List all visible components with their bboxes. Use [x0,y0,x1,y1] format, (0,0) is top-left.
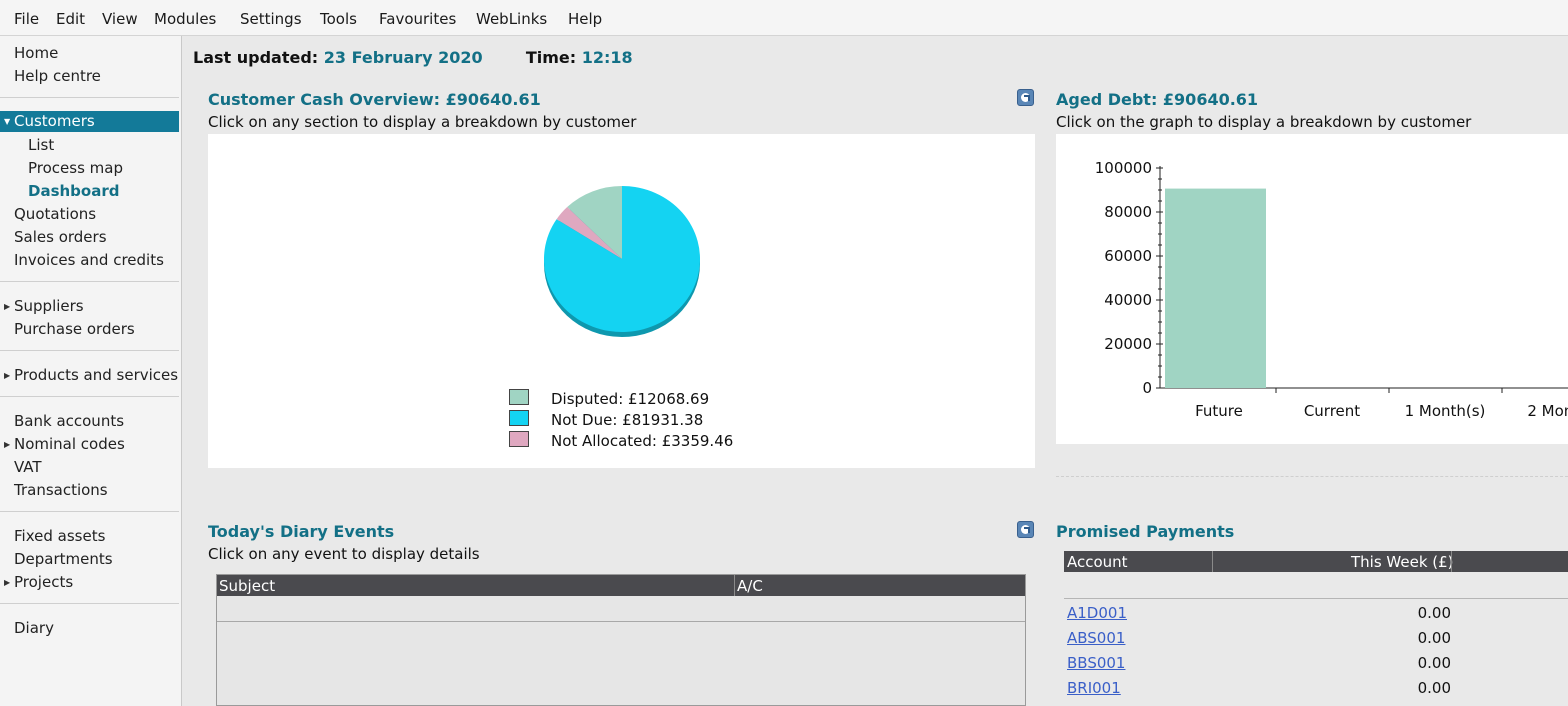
collapsed-arrow-icon[interactable]: ▶ [4,302,10,311]
expand-icon[interactable] [1017,89,1034,106]
sidebar-divider [0,97,179,98]
nav-sales-orders[interactable]: Sales orders [14,228,107,246]
nav-transactions[interactable]: Transactions [14,481,108,499]
sidebar-divider [0,281,179,282]
time-value: 12:18 [581,48,633,67]
legend-disputed: Disputed: £12068.69 [551,390,710,408]
aged-debt-hint: Click on the graph to display a breakdow… [1056,113,1472,131]
menu-modules[interactable]: Modules [154,10,216,28]
nav-bank-accounts[interactable]: Bank accounts [14,412,124,430]
collapsed-arrow-icon[interactable]: ▶ [4,440,10,449]
nav-process-map[interactable]: Process map [28,159,123,177]
diary-table: Subject A/C [216,574,1026,706]
col-subject[interactable]: Subject [219,577,275,595]
aged-debt-bar-chart[interactable]: 0 20000 40000 60000 80000 100000 Future Current… [1056,134,1568,444]
y-tick-label: 20000 [1104,335,1152,353]
legend-not-due: Not Due: £81931.38 [551,411,704,429]
last-updated-line: Last updated: 23 February 2020 Time: 12:… [193,48,633,67]
nav-diary[interactable]: Diary [14,619,54,637]
sidebar-divider [0,396,179,397]
this-week-value: 0.00 [1417,654,1451,672]
nav-quotations[interactable]: Quotations [14,205,96,223]
menu-weblinks[interactable]: WebLinks [476,10,547,28]
legend-not-allocated: Not Allocated: £3359.46 [551,432,734,450]
diary-row-divider [217,621,1025,622]
nav-nominal-codes[interactable]: Nominal codes [14,435,125,453]
menu-help[interactable]: Help [568,10,602,28]
this-week-value: 0.00 [1417,679,1451,697]
nav-customers[interactable]: ▼ Customers [0,111,179,132]
sidebar-divider [0,511,179,512]
account-link[interactable]: ABS001 [1067,629,1125,647]
aged-debt-title: Aged Debt: £90640.61 [1056,90,1259,109]
menu-favourites[interactable]: Favourites [379,10,456,28]
x-tick-label: 2 Month [1527,402,1568,420]
collapsed-arrow-icon[interactable]: ▶ [4,371,10,380]
y-tick-label: 100000 [1095,159,1152,177]
col-account[interactable]: Account [1067,553,1128,571]
time-label: Time: [525,48,577,67]
sidebar-divider [0,350,179,351]
nav-departments[interactable]: Departments [14,550,113,568]
nav-vat[interactable]: VAT [14,458,42,476]
nav-products-services[interactable]: Products and services [14,366,178,384]
nav-invoices-credits[interactable]: Invoices and credits [14,251,164,269]
nav-dashboard[interactable]: Dashboard [28,182,119,200]
nav-list[interactable]: List [28,136,54,154]
cash-overview-panel[interactable]: Disputed: £12068.69 Not Due: £81931.38 N… [208,134,1035,468]
y-tick-label: 0 [1142,379,1152,397]
menu-settings[interactable]: Settings [240,10,302,28]
nav-fixed-assets[interactable]: Fixed assets [14,527,105,545]
menu-bar: File Edit View Modules Settings Tools Fa… [0,0,1568,36]
x-tick-label: 1 Month(s) [1405,402,1486,420]
payments-table: Account This Week (£) A1D001 0.00 ABS001… [1064,551,1568,706]
this-week-value: 0.00 [1417,604,1451,622]
diary-table-header: Subject A/C [217,575,1025,596]
sidebar: Home Help centre ▼ Customers List Proces… [0,36,182,706]
cash-overview-hint: Click on any section to display a breakd… [208,113,637,131]
legend-swatch-not-allocated [509,431,529,447]
collapsed-arrow-icon[interactable]: ▶ [4,578,10,587]
account-link[interactable]: BBS001 [1067,654,1125,672]
expanded-arrow-icon: ▼ [4,117,11,126]
col-this-week[interactable]: This Week (£) [1351,553,1454,571]
nav-purchase-orders[interactable]: Purchase orders [14,320,135,338]
nav-customers-label: Customers [14,112,95,130]
menu-edit[interactable]: Edit [56,10,85,28]
account-link[interactable]: BRI001 [1067,679,1121,697]
y-tick-label: 80000 [1104,203,1152,221]
this-week-value: 0.00 [1417,629,1451,647]
bar-future[interactable] [1165,188,1266,388]
legend-swatch-not-due [509,410,529,426]
payments-table-header: Account This Week (£) [1064,551,1568,572]
diary-title: Today's Diary Events [208,522,395,541]
payments-row-divider [1064,598,1568,599]
col-ac[interactable]: A/C [737,577,763,595]
payments-title: Promised Payments [1056,522,1235,541]
diary-hint: Click on any event to display details [208,545,480,563]
cash-overview-title: Customer Cash Overview: £90640.61 [208,90,541,109]
expand-icon[interactable] [1017,521,1034,538]
x-tick-label: Current [1304,402,1360,420]
nav-projects[interactable]: Projects [14,573,73,591]
last-updated-label: Last updated: [193,48,319,67]
nav-home[interactable]: Home [14,44,58,62]
aged-debt-panel[interactable]: 0 20000 40000 60000 80000 100000 Future Current… [1056,134,1568,444]
account-link[interactable]: A1D001 [1067,604,1127,622]
menu-file[interactable]: File [14,10,39,28]
y-tick-label: 60000 [1104,247,1152,265]
last-updated-value: 23 February 2020 [323,48,483,67]
y-tick-label: 40000 [1104,291,1152,309]
x-tick-label: Future [1195,402,1243,420]
sidebar-divider [0,603,179,604]
menu-view[interactable]: View [102,10,138,28]
nav-help-centre[interactable]: Help centre [14,67,101,85]
nav-suppliers[interactable]: Suppliers [14,297,84,315]
panel-divider [1056,476,1568,477]
legend-swatch-disputed [509,389,529,405]
menu-tools[interactable]: Tools [320,10,357,28]
